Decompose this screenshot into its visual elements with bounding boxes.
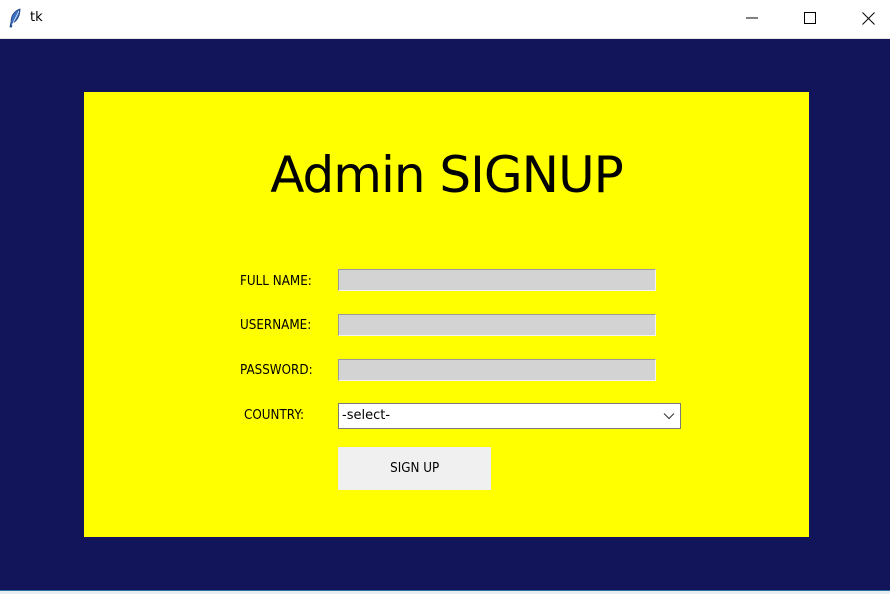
minimize-button[interactable] [723,0,781,36]
window-content: Admin SIGNUP FULL NAME: USERNAME: PASSWO… [0,39,890,590]
full-name-field[interactable] [338,269,656,291]
window-bottom-border [0,590,890,594]
signup-button-label: SIGN UP [389,461,440,476]
close-icon [861,11,875,25]
page-title: Admin SIGNUP [270,146,624,204]
password-field[interactable] [338,359,656,381]
maximize-button[interactable] [781,0,839,36]
signup-button[interactable]: SIGN UP [338,447,491,490]
app-window: tk Admin SIGNUP FULL NAME: USERNAME: PAS… [0,0,890,594]
country-select[interactable]: -select- [338,403,681,429]
country-selected-value: -select- [342,408,391,423]
password-label: PASSWORD: [240,363,313,378]
close-button[interactable] [839,0,890,36]
username-field[interactable] [338,314,656,336]
username-label: USERNAME: [240,318,312,333]
minimize-icon [746,17,758,19]
feather-icon [9,8,21,28]
window-title: tk [30,10,43,25]
signup-panel: Admin SIGNUP FULL NAME: USERNAME: PASSWO… [84,92,809,537]
chevron-down-icon[interactable] [662,409,676,423]
maximize-icon [804,12,816,24]
full-name-label: FULL NAME: [240,274,312,289]
country-label: COUNTRY: [244,408,305,423]
title-bar[interactable]: tk [0,0,890,39]
